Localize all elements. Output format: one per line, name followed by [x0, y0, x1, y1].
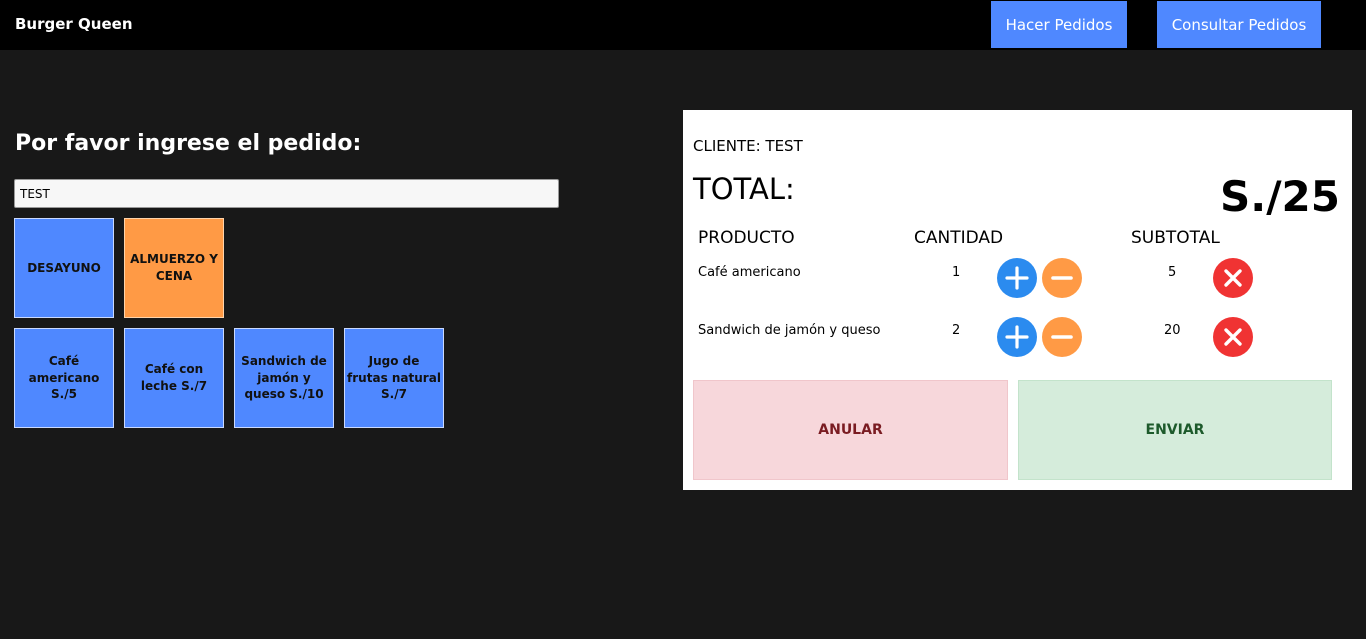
order-summary-panel: CLIENTE: TEST TOTAL: S./25 PRODUCTO CANT… — [683, 110, 1352, 490]
row-product-name: Sandwich de jamón y queso — [698, 323, 881, 338]
row-subtotal: 20 — [1164, 323, 1181, 338]
top-bar: Burger Queen Hacer Pedidos Consultar Ped… — [0, 0, 1366, 50]
total-value: S./25 — [1220, 172, 1340, 221]
order-prompt-heading: Por favor ingrese el pedido: — [15, 131, 362, 156]
product-sandwich-button[interactable]: Sandwich de jamón y queso S./10 — [234, 328, 334, 428]
anular-button[interactable]: ANULAR — [693, 380, 1008, 480]
product-cafe-americano-button[interactable]: Café americano S./5 — [14, 328, 114, 428]
category-almuerzo-cena-button[interactable]: ALMUERZO Y CENA — [124, 218, 224, 318]
product-jugo-frutas-button[interactable]: Jugo de frutas natural S./7 — [344, 328, 444, 428]
row-subtotal: 5 — [1168, 265, 1177, 280]
enviar-button[interactable]: ENVIAR — [1018, 380, 1332, 480]
row-product-name: Café americano — [698, 265, 801, 280]
plus-circle-icon[interactable] — [997, 258, 1037, 298]
column-header-producto: PRODUCTO — [698, 228, 795, 248]
hacer-pedidos-button[interactable]: Hacer Pedidos — [991, 1, 1127, 48]
row-quantity: 1 — [952, 265, 961, 280]
row-quantity: 2 — [952, 323, 961, 338]
client-label: CLIENTE: TEST — [693, 137, 803, 155]
minus-circle-icon[interactable] — [1042, 258, 1082, 298]
minus-circle-icon[interactable] — [1042, 317, 1082, 357]
x-circle-icon[interactable] — [1213, 317, 1253, 357]
consultar-pedidos-button[interactable]: Consultar Pedidos — [1157, 1, 1321, 48]
plus-circle-icon[interactable] — [997, 317, 1037, 357]
product-cafe-con-leche-button[interactable]: Café con leche S./7 — [124, 328, 224, 428]
column-header-cantidad: CANTIDAD — [914, 228, 1004, 248]
total-label: TOTAL: — [693, 172, 795, 206]
column-header-subtotal: SUBTOTAL — [1131, 228, 1220, 248]
brand-title: Burger Queen — [15, 15, 133, 33]
client-name-input[interactable] — [14, 179, 559, 208]
category-desayuno-button[interactable]: DESAYUNO — [14, 218, 114, 318]
x-circle-icon[interactable] — [1213, 258, 1253, 298]
